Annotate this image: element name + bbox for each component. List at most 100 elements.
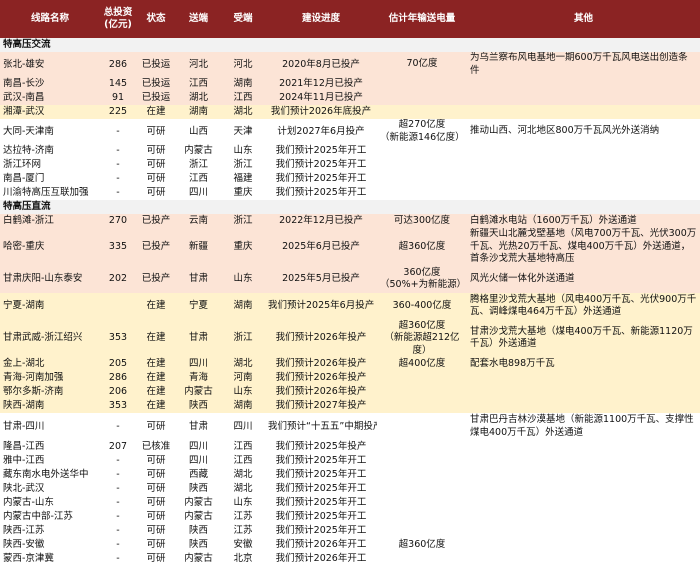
header-status: 状态 bbox=[136, 0, 176, 38]
cell-status: 可研 bbox=[146, 455, 166, 466]
cell-status: 可研 bbox=[146, 511, 166, 522]
cell-send: 甘肃 bbox=[176, 319, 221, 357]
cell-invest: - bbox=[116, 511, 120, 522]
cell-send: 四川 bbox=[188, 455, 208, 466]
cell-progress: 我们预计2026年投产 bbox=[265, 319, 377, 357]
cell-name: 南昌-厦门 bbox=[3, 173, 45, 184]
cell-volume bbox=[377, 172, 467, 186]
cell-status: 已投运 bbox=[136, 91, 176, 105]
cell-send: 四川 bbox=[188, 441, 208, 452]
cell-status: 已投产 bbox=[136, 214, 176, 228]
cell-send: 云南 bbox=[176, 214, 221, 228]
cell-status: 可研 bbox=[146, 420, 166, 432]
cell-volume bbox=[377, 552, 467, 566]
table-row: 川渝特高压互联加强 - 可研 四川 重庆 我们预计2025年开工 bbox=[0, 186, 700, 200]
uhv-projects-table: 线路名称 总投资 (亿元) 状态 送端 受端 建设进度 估计年输送电量 其他 特高压交流 张北-… bbox=[0, 0, 700, 566]
cell-status: 可研 bbox=[146, 187, 166, 198]
header-other: 其他 bbox=[467, 0, 700, 38]
cell-name: 甘肃庆阳-山东泰安 bbox=[0, 265, 100, 293]
section-title: 特高压交流 bbox=[0, 38, 700, 52]
cell-progress: 我们预计2026年开工 bbox=[275, 553, 367, 564]
cell-status: 在建 bbox=[136, 319, 176, 357]
cell-other: 甘肃沙戈荒大基地（煤电400万千瓦、新能源1120万千瓦）外送通道 bbox=[467, 319, 700, 357]
header-volume: 估计年输送电量 bbox=[377, 0, 467, 38]
cell-volume bbox=[377, 105, 467, 119]
section-title: 特高压直流 bbox=[0, 200, 700, 214]
table-header: 线路名称 总投资 (亿元) 状态 送端 受端 建设进度 估计年输送电量 其他 bbox=[0, 0, 700, 38]
cell-send: 甘肃 bbox=[176, 265, 221, 293]
cell-volume bbox=[377, 510, 467, 524]
cell-name: 陕西-江苏 bbox=[3, 525, 45, 536]
cell-name: 内蒙古-山东 bbox=[3, 497, 54, 508]
cell-volume: 超270亿度 （新能源146亿度） bbox=[380, 119, 465, 143]
cell-other: 配套水电898万千瓦 bbox=[467, 357, 700, 371]
cell-other bbox=[467, 510, 700, 524]
cell-send: 西藏 bbox=[188, 469, 208, 480]
cell-recv: 湖南 bbox=[221, 77, 265, 91]
cell-recv: 四川 bbox=[233, 420, 253, 432]
cell-volume bbox=[377, 399, 467, 413]
cell-progress: 我们预计2027年投产 bbox=[265, 399, 377, 413]
cell-progress: 我们预计2025年开工 bbox=[275, 173, 367, 184]
cell-progress: 2022年12月已投产 bbox=[265, 214, 377, 228]
cell-name: 蒙西-京津冀 bbox=[3, 553, 54, 564]
cell-other bbox=[467, 496, 700, 510]
cell-name: 大同-天津南 bbox=[3, 125, 54, 137]
cell-status: 在建 bbox=[136, 357, 176, 371]
cell-send: 新疆 bbox=[176, 228, 221, 266]
cell-status: 在建 bbox=[136, 399, 176, 413]
cell-volume: 超360亿度 （新能源超212亿度） bbox=[377, 319, 467, 357]
cell-send: 四川 bbox=[188, 187, 208, 198]
cell-name: 陕北-武汉 bbox=[3, 483, 45, 494]
cell-name: 陕西-湖南 bbox=[0, 399, 100, 413]
cell-other bbox=[467, 385, 700, 399]
cell-progress: 2024年11月已投产 bbox=[265, 91, 377, 105]
cell-progress: 我们预计2025年6月投产 bbox=[265, 292, 377, 320]
cell-recv: 湖北 bbox=[221, 357, 265, 371]
cell-progress: 我们预计2025年开工 bbox=[275, 145, 367, 156]
table-row: 白鹤滩-浙江 270 已投产 云南 浙江 2022年12月已投产 可达300亿度 白鹤滩水电站… bbox=[0, 214, 700, 228]
cell-progress: 我们预计2026年底投产 bbox=[265, 105, 377, 119]
cell-send: 陕西 bbox=[176, 399, 221, 413]
cell-name: 浙江环网 bbox=[3, 159, 42, 170]
cell-send: 湖北 bbox=[176, 91, 221, 105]
cell-recv: 重庆 bbox=[221, 228, 265, 266]
cell-other bbox=[467, 552, 700, 566]
section-header: 特高压直流 bbox=[0, 200, 700, 214]
table-row: 武汉-南昌 91 已投运 湖北 江西 2024年11月已投产 bbox=[0, 91, 700, 105]
cell-recv: 湖北 bbox=[233, 483, 253, 494]
table-row: 陕北-武汉 - 可研 陕西 湖北 我们预计2025年开工 bbox=[0, 482, 700, 496]
header-invest: 总投资 (亿元) bbox=[100, 0, 136, 38]
cell-send: 四川 bbox=[176, 357, 221, 371]
cell-other bbox=[467, 440, 700, 454]
cell-name: 金上-湖北 bbox=[0, 357, 100, 371]
cell-volume: 360-400亿度 bbox=[377, 292, 467, 320]
cell-invest: 270 bbox=[100, 214, 136, 228]
cell-recv: 浙江 bbox=[221, 214, 265, 228]
cell-send: 陕西 bbox=[188, 525, 208, 536]
cell-name: 鄂尔多斯-济南 bbox=[0, 385, 100, 399]
cell-recv: 江西 bbox=[233, 455, 253, 466]
cell-recv: 山东 bbox=[233, 145, 253, 156]
cell-send: 内蒙古 bbox=[184, 497, 213, 508]
table-row: 湘潭-武汉 225 在建 湖南 湖北 我们预计2026年底投产 bbox=[0, 105, 700, 119]
cell-other bbox=[467, 77, 700, 91]
cell-other: 新疆天山北麓戈壁基地（风电700万千瓦、光伏300万千瓦、光热20万千瓦、煤电4… bbox=[467, 228, 700, 266]
table-row: 鄂尔多斯-济南 206 在建 内蒙古 山东 我们预计2026年投产 bbox=[0, 385, 700, 399]
cell-send: 陕西 bbox=[188, 483, 208, 494]
section-header: 特高压交流 bbox=[0, 38, 700, 52]
cell-recv: 湖南 bbox=[221, 292, 265, 320]
table-row: 浙江环网 - 可研 浙江 浙江 我们预计2025年开工 bbox=[0, 158, 700, 172]
cell-volume bbox=[377, 413, 467, 440]
cell-recv: 湖北 bbox=[233, 469, 253, 480]
cell-progress: 2021年12月已投产 bbox=[265, 77, 377, 91]
cell-other bbox=[467, 105, 700, 119]
cell-send: 内蒙古 bbox=[184, 553, 213, 564]
cell-progress: 我们预计2026年投产 bbox=[265, 357, 377, 371]
cell-volume bbox=[377, 144, 467, 158]
cell-send: 宁夏 bbox=[176, 292, 221, 320]
table-row: 内蒙古中部-江苏 - 可研 内蒙古 江苏 我们预计2025年开工 bbox=[0, 510, 700, 524]
cell-name: 湘潭-武汉 bbox=[0, 105, 100, 119]
cell-invest: 286 bbox=[100, 52, 136, 77]
cell-recv: 江西 bbox=[221, 91, 265, 105]
